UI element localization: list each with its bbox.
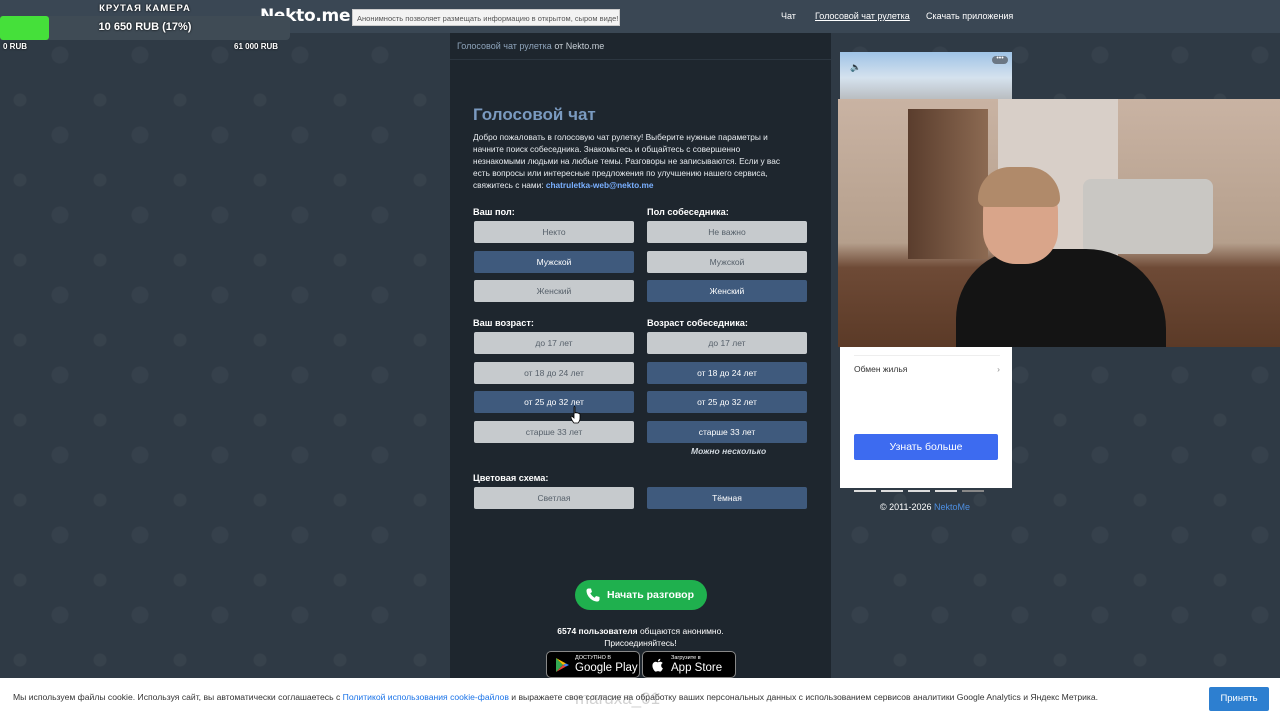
nav-download-apps-link[interactable]: Скачать приложения bbox=[926, 11, 1013, 21]
your-age-option-1[interactable]: до 17 лет bbox=[474, 332, 634, 354]
breadcrumb-link[interactable]: Голосовой чат рулетка bbox=[457, 41, 552, 51]
google-play-badge[interactable]: ДОСТУПНО В Google Play bbox=[546, 651, 640, 678]
color-scheme-option-1[interactable]: Светлая bbox=[474, 487, 634, 509]
donation-progress-bar: 10 650 RUB (17%) bbox=[0, 16, 290, 40]
apple-icon bbox=[652, 658, 663, 672]
multi-select-hint: Можно несколько bbox=[691, 446, 767, 456]
donation-min: 0 RUB bbox=[3, 42, 28, 51]
online-users-text: общаются анонимно. bbox=[637, 626, 724, 636]
partner-gender-label: Пол собеседника: bbox=[647, 207, 729, 217]
color-scheme-label: Цветовая схема: bbox=[473, 473, 549, 483]
your-age-option-4[interactable]: старше 33 лет bbox=[474, 420, 634, 443]
copyright-brand-link[interactable]: NektoMe bbox=[934, 502, 970, 512]
ad-row-label: Обмен жилья bbox=[854, 364, 908, 374]
cookie-text: Мы используем файлы cookie. Используя са… bbox=[13, 692, 1098, 702]
webcam-door bbox=[908, 109, 988, 259]
join-text: Присоединяйтесь! bbox=[604, 638, 677, 648]
ad-divider bbox=[854, 355, 1000, 356]
partner-age-option-4[interactable]: старше 33 лет bbox=[647, 420, 807, 443]
your-gender-option-3[interactable]: Женский bbox=[474, 280, 634, 302]
carousel-dot[interactable] bbox=[935, 490, 957, 492]
online-users-count: 6574 пользователя bbox=[557, 626, 638, 636]
donation-goal-widget: КРУТАЯ КАМЕРА 10 650 RUB (17%) 0 RUB 61 … bbox=[0, 0, 290, 52]
copyright-text: © 2011-2026 bbox=[880, 502, 935, 512]
donation-amount: 10 650 RUB (17%) bbox=[98, 21, 192, 33]
partner-gender-option-2[interactable]: Мужской bbox=[647, 250, 807, 273]
intro-text: Добро пожаловать в голосовую чат рулетку… bbox=[473, 131, 793, 191]
your-age-option-3[interactable]: от 25 до 32 лет bbox=[474, 391, 634, 413]
carousel-dot[interactable] bbox=[854, 490, 876, 492]
ad-image[interactable]: 🔈 ••• bbox=[840, 52, 1012, 99]
stream-watermark: maruxa_01 bbox=[575, 689, 661, 708]
start-conversation-label: Начать разговор bbox=[607, 589, 695, 601]
partner-age-label: Возраст собеседника: bbox=[647, 318, 748, 328]
nav-voice-chat-link[interactable]: Голосовой чат рулетка bbox=[815, 11, 910, 21]
app-store-badge[interactable]: Загрузите в App Store bbox=[642, 651, 736, 678]
webcam-person-body bbox=[956, 249, 1166, 347]
more-options-icon[interactable]: ••• bbox=[992, 55, 1008, 64]
anonymity-notice: Анонимность позволяет размещать информац… bbox=[352, 9, 620, 26]
breadcrumb-rest: от Nekto.me bbox=[551, 41, 605, 51]
page-title: Голосовой чат bbox=[473, 105, 596, 124]
partner-gender-option-3[interactable]: Женский bbox=[647, 280, 807, 302]
your-gender-label: Ваш пол: bbox=[473, 207, 515, 217]
your-gender-option-1[interactable]: Некто bbox=[474, 221, 634, 243]
carousel-dot-active[interactable] bbox=[962, 490, 984, 492]
sound-icon[interactable]: 🔈 bbox=[850, 62, 861, 73]
your-gender-option-2[interactable]: Мужской bbox=[474, 250, 634, 273]
webcam-sofa bbox=[1083, 179, 1213, 254]
partner-age-option-3[interactable]: от 25 до 32 лет bbox=[647, 391, 807, 413]
nav-chat-link[interactable]: Чат bbox=[781, 11, 796, 21]
accept-cookies-button[interactable]: Принять bbox=[1209, 687, 1269, 711]
ad-link-row[interactable]: Обмен жилья › bbox=[854, 364, 1000, 374]
phone-icon bbox=[586, 588, 600, 602]
google-play-small-text: ДОСТУПНО В bbox=[575, 655, 612, 661]
partner-age-option-1[interactable]: до 17 лет bbox=[647, 332, 807, 354]
donation-title: КРУТАЯ КАМЕРА bbox=[99, 3, 191, 14]
learn-more-button[interactable]: Узнать больше bbox=[854, 434, 998, 460]
partner-age-option-2[interactable]: от 18 до 24 лет bbox=[647, 361, 807, 384]
mouse-cursor-icon bbox=[570, 406, 581, 424]
contact-email-link[interactable]: chatruletka-web@nekto.me bbox=[546, 180, 654, 190]
ad-carousel-indicators bbox=[854, 479, 1000, 492]
carousel-dot[interactable] bbox=[881, 490, 903, 492]
app-store-small-text: Загрузите в bbox=[671, 655, 701, 661]
your-age-option-2[interactable]: от 18 до 24 лет bbox=[474, 361, 634, 384]
partner-gender-option-1[interactable]: Не важно bbox=[647, 221, 807, 243]
divider bbox=[450, 59, 831, 60]
cookie-policy-link[interactable]: Политикой использования cookie-файлов bbox=[343, 692, 509, 702]
color-scheme-option-2[interactable]: Тёмная bbox=[647, 487, 807, 509]
voice-chat-panel: Голосовой чат рулетка от Nekto.me Голосо… bbox=[450, 33, 831, 683]
start-conversation-button[interactable]: Начать разговор bbox=[575, 580, 707, 610]
breadcrumb: Голосовой чат рулетка от Nekto.me bbox=[457, 41, 604, 51]
webcam-person-hair bbox=[978, 167, 1060, 207]
cookie-text-before: Мы используем файлы cookie. Используя са… bbox=[13, 692, 343, 702]
donation-max: 61 000 RUB bbox=[234, 42, 279, 51]
app-store-text: App Store bbox=[671, 662, 723, 674]
your-age-label: Ваш возраст: bbox=[473, 318, 534, 328]
webcam-overlay bbox=[838, 99, 1280, 347]
online-users-info: 6574 пользователя общаются анонимно. При… bbox=[450, 625, 831, 649]
copyright: © 2011-2026 NektoMe bbox=[880, 502, 970, 512]
carousel-dot[interactable] bbox=[908, 490, 930, 492]
google-play-icon bbox=[556, 658, 569, 672]
chevron-right-icon: › bbox=[997, 364, 1000, 374]
google-play-text: Google Play bbox=[575, 662, 638, 674]
